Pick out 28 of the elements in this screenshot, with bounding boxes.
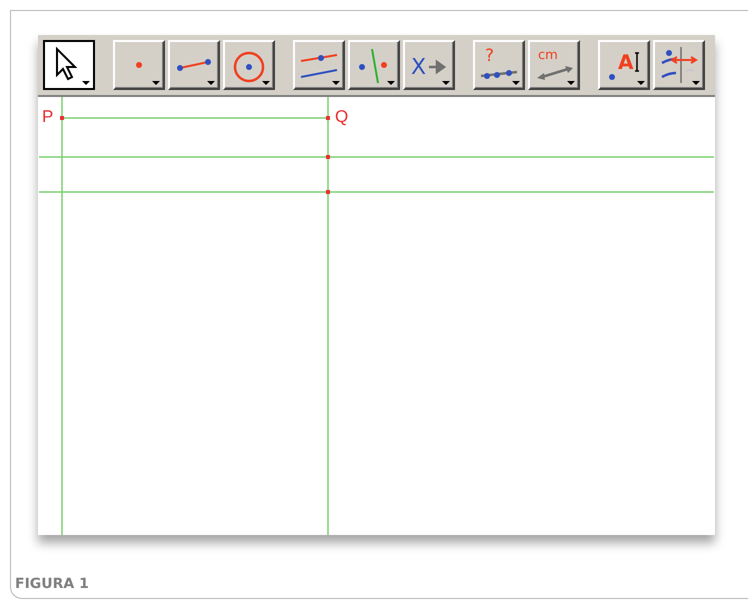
dropdown-caret-icon [387, 81, 395, 85]
point-label: P [42, 107, 54, 126]
pointer-tool-button[interactable] [43, 40, 95, 90]
transform-tool-button[interactable]: X [403, 40, 455, 90]
display-tool-button[interactable] [653, 40, 705, 90]
dropdown-caret-icon [567, 81, 575, 85]
point-label: Q [335, 107, 348, 126]
dropdown-caret-icon [332, 81, 340, 85]
dropdown-caret-icon [262, 81, 270, 85]
segment-tool-button[interactable] [168, 40, 220, 90]
point-tool-button[interactable] [113, 40, 165, 90]
circle-tool-button[interactable] [223, 40, 275, 90]
parallel-tool-button[interactable] [293, 40, 345, 90]
point-icon [135, 61, 143, 69]
dropdown-caret-icon [152, 81, 160, 85]
dropdown-caret-icon [82, 81, 90, 85]
segment-icon [176, 58, 212, 72]
query-tool-button[interactable]: ? [473, 40, 525, 90]
dropdown-caret-icon [512, 81, 520, 85]
display-icon [659, 45, 699, 85]
dropdown-caret-icon [207, 81, 215, 85]
label-tool-button[interactable]: A [598, 40, 650, 90]
dropdown-caret-icon [637, 81, 645, 85]
measure-tool-button[interactable]: cm [528, 40, 580, 90]
perpendicular-tool-button[interactable] [348, 40, 400, 90]
dropdown-caret-icon [442, 81, 450, 85]
figure-caption: FIGURA 1 [15, 576, 89, 592]
dropdown-caret-icon [692, 81, 700, 85]
